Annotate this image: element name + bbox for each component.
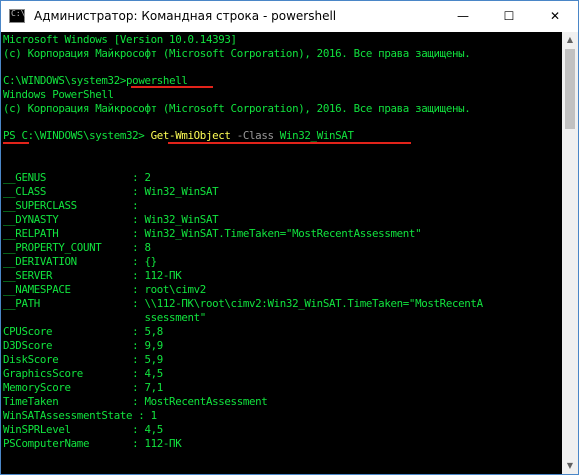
cmd-app-icon[interactable]: C:\ bbox=[9, 9, 25, 23]
maximize-button[interactable]: ☐ bbox=[486, 1, 532, 32]
property-line: GraphicsScore : 4,5 bbox=[3, 367, 163, 380]
ps-prompt-underline-annotation bbox=[3, 142, 29, 144]
property-line: __SERVER : 112-ПК bbox=[3, 269, 182, 282]
vertical-scrollbar[interactable]: ▲ ▼ bbox=[562, 32, 578, 474]
banner-copyright-line: (c) Корпорация Майкрософт (Microsoft Cor… bbox=[3, 47, 471, 60]
property-line: TimeTaken : MostRecentAssessment bbox=[3, 395, 268, 408]
property-line: __DYNASTY : Win32_WinSAT bbox=[3, 213, 219, 226]
console-window: C:\ Администратор: Командная строка - po… bbox=[0, 0, 579, 475]
title-bar[interactable]: C:\ Администратор: Командная строка - po… bbox=[1, 1, 578, 32]
scroll-up-icon[interactable]: ▲ bbox=[562, 32, 578, 48]
ps-copyright-line: (c) Корпорация Майкрософт (Microsoft Cor… bbox=[3, 102, 471, 115]
close-button[interactable]: ✕ bbox=[532, 1, 578, 32]
property-line: MemoryScore : 7,1 bbox=[3, 381, 163, 394]
ps-argument: Win32_WinSAT bbox=[273, 129, 354, 142]
property-line: __SUPERCLASS : bbox=[3, 199, 139, 212]
minimize-button[interactable]: — bbox=[440, 1, 486, 32]
console-output[interactable]: Microsoft Windows [Version 10.0.14393] (… bbox=[3, 32, 561, 474]
property-line: __GENUS : 2 bbox=[3, 171, 151, 184]
property-line: __DERIVATION : {} bbox=[3, 255, 157, 268]
ps-prompt: PS C:\WINDOWS\system32> bbox=[3, 129, 151, 142]
property-line: WinSATAssessmentState : 1 bbox=[3, 409, 157, 422]
ps-cmdlet: Get-WmiObject bbox=[150, 129, 231, 142]
property-line: DiskScore : 5,9 bbox=[3, 353, 163, 366]
property-line: __RELPATH : Win32_WinSAT.TimeTaken="Most… bbox=[3, 227, 422, 240]
window-title: Администратор: Командная строка - powers… bbox=[34, 9, 337, 23]
property-line: __CLASS : Win32_WinSAT bbox=[3, 185, 219, 198]
property-line: WinSPRLevel : 4,5 bbox=[3, 423, 163, 436]
property-line: D3DScore : 9,9 bbox=[3, 339, 163, 352]
ps-banner-line: Windows PowerShell bbox=[3, 88, 114, 101]
get-wmiobject-underline-annotation bbox=[168, 142, 411, 144]
property-line: ssessment" bbox=[3, 311, 206, 324]
cmd-prompt: C:\WINDOWS\system32> bbox=[3, 74, 127, 87]
property-line: __PATH : \\112-ПК\root\cimv2:Win32_WinSA… bbox=[3, 297, 483, 310]
ps-parameter: -Class bbox=[230, 129, 274, 142]
scroll-down-icon[interactable]: ▼ bbox=[562, 458, 578, 474]
property-line: __PROPERTY_COUNT : 8 bbox=[3, 241, 151, 254]
property-line: PSComputerName : 112-ПК bbox=[3, 437, 182, 450]
property-line: __NAMESPACE : root\cimv2 bbox=[3, 283, 206, 296]
property-line: CPUScore : 5,8 bbox=[3, 325, 163, 338]
scrollbar-thumb[interactable] bbox=[565, 49, 575, 129]
powershell-underline-annotation bbox=[131, 86, 213, 88]
banner-version-line: Microsoft Windows [Version 10.0.14393] bbox=[3, 33, 237, 46]
ps-command-line: PS C:\WINDOWS\system32> Get-WmiObject -C… bbox=[3, 129, 354, 143]
